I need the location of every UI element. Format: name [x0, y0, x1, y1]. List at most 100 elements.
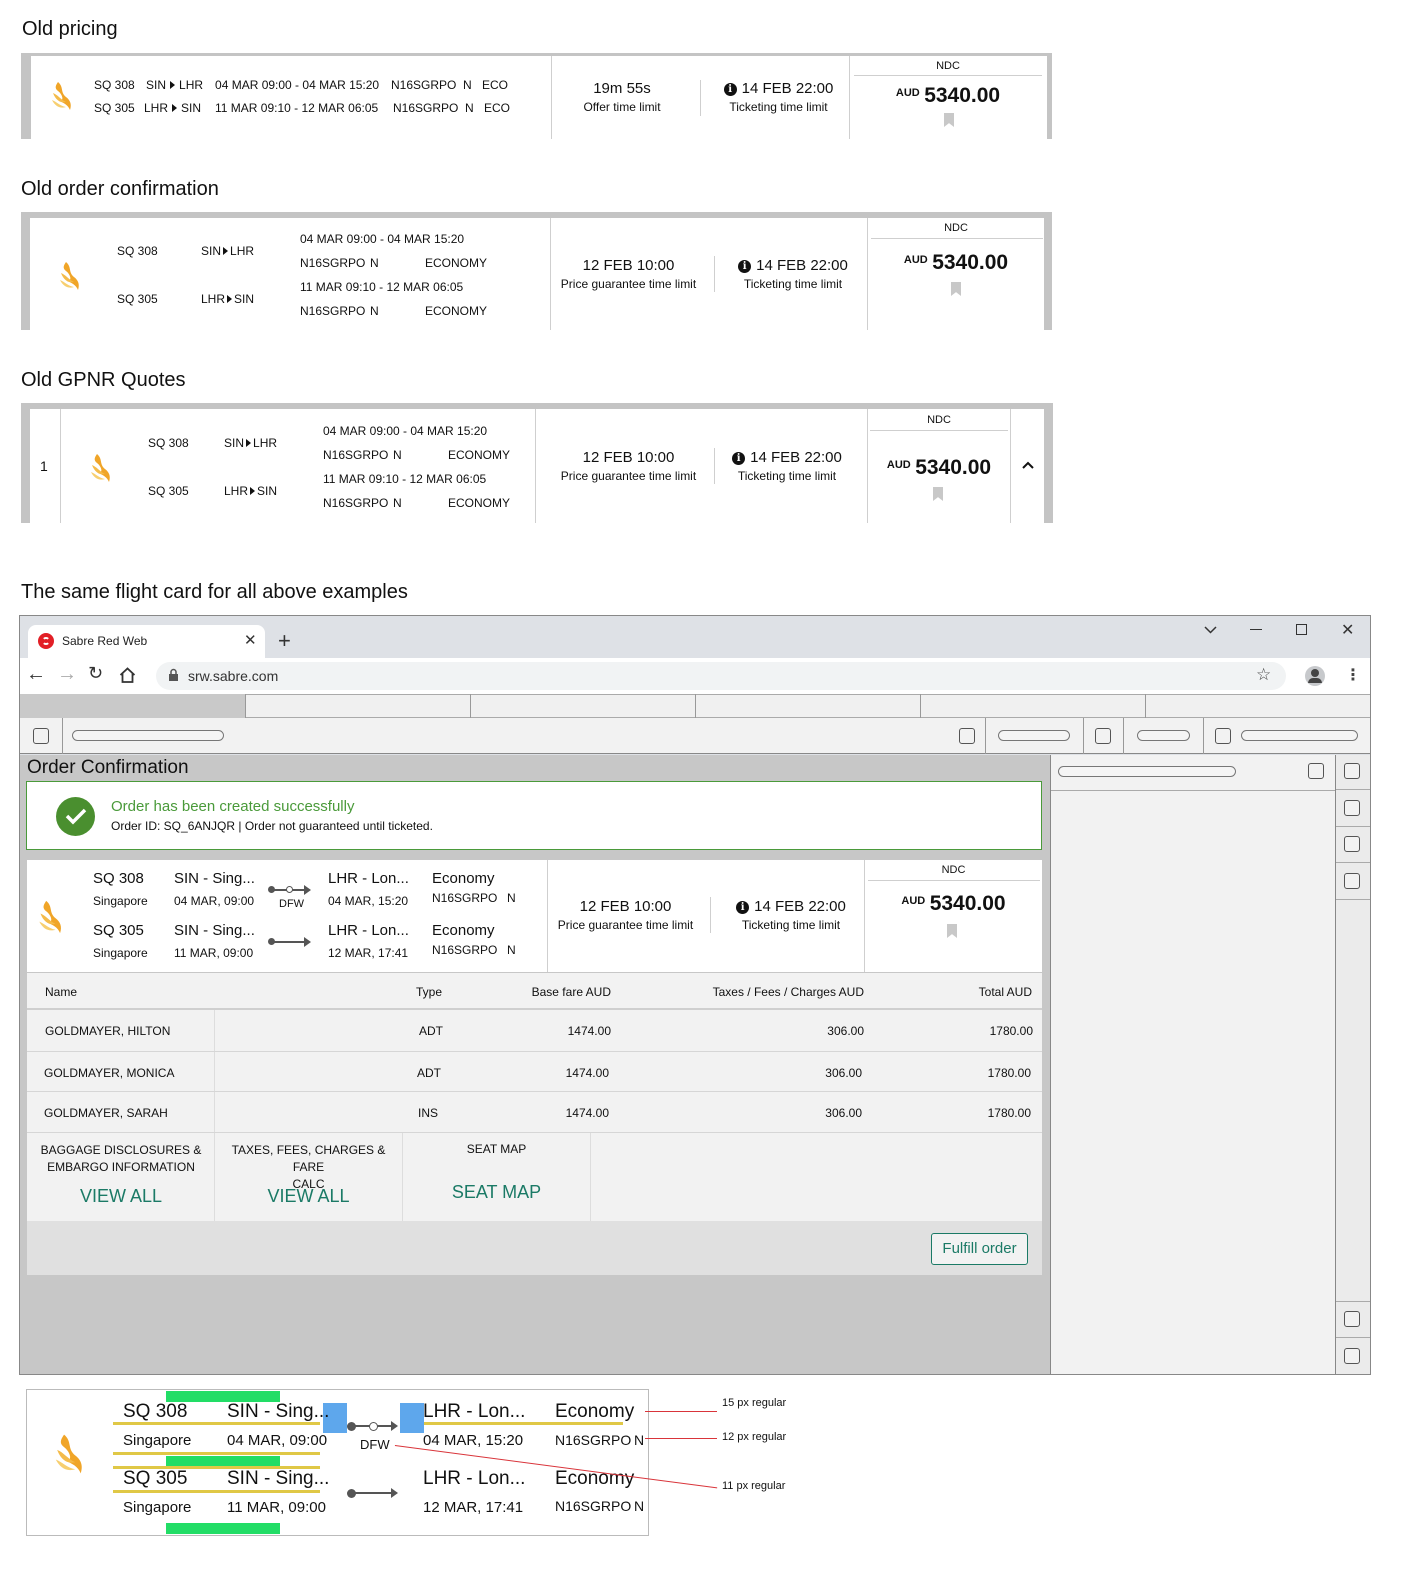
new-tab-icon[interactable]: + — [278, 628, 291, 654]
home-icon[interactable] — [119, 667, 136, 683]
quote-index: 1 — [40, 458, 48, 474]
spacer-block — [400, 1403, 424, 1433]
table-row: ADT — [417, 1066, 441, 1080]
stopover: DFW — [279, 898, 305, 910]
flight-number: SQ 305 — [117, 292, 158, 306]
baggage-view-all-link[interactable]: VIEW ALL — [28, 1186, 214, 1207]
forward-icon[interactable]: → — [57, 663, 77, 686]
arrival-airport: LHR - Lon... — [423, 1468, 526, 1489]
arrow-right-icon — [304, 937, 311, 947]
arrow-right-icon — [391, 1421, 398, 1431]
info-icon: i — [736, 901, 750, 914]
table-row: 306.00 — [827, 1024, 864, 1038]
toolbar-field[interactable] — [72, 730, 224, 741]
airline-logo-icon — [52, 82, 71, 110]
close-window-icon[interactable]: ✕ — [1341, 620, 1354, 640]
url-text: srw.sabre.com — [188, 668, 279, 684]
heading-old-order: Old order confirmation — [21, 178, 219, 200]
segment-details: N16SGRPO N ECONOMY — [323, 448, 511, 462]
segment-times: 04 MAR 09:00 - 04 MAR 15:20 — [323, 424, 488, 438]
toolbar-button[interactable] — [998, 730, 1070, 741]
heading-old-gpnr: Old GPNR Quotes — [21, 369, 186, 391]
table-header-base-fare: Base fare AUD — [531, 985, 611, 999]
rail-checkbox[interactable] — [1344, 800, 1360, 816]
arrival-airport: LHR - Lon... — [328, 870, 409, 887]
toolbar-field[interactable] — [1241, 730, 1358, 741]
table-header-taxes: Taxes / Fees / Charges AUD — [712, 985, 864, 999]
price-guarantee-label: Price guarantee time limit — [557, 918, 694, 932]
arrival-airport: LHR - Lon... — [328, 922, 409, 939]
ticketing-time-value: i 14 FEB 22:00 — [712, 449, 862, 466]
table-row: 306.00 — [825, 1066, 862, 1080]
side-panel — [1050, 755, 1335, 1374]
cabin: Economy — [555, 1401, 635, 1422]
fulfill-order-button[interactable]: Fulfill order — [931, 1233, 1028, 1265]
back-icon[interactable]: ← — [26, 663, 46, 686]
table-header-total: Total AUD — [978, 985, 1032, 999]
table-row: 1780.00 — [987, 1066, 1031, 1080]
heading-same-card: The same flight card for all above examp… — [21, 581, 408, 603]
chevron-up-icon[interactable] — [1022, 461, 1034, 470]
airline-logo-icon — [55, 1434, 82, 1474]
table-row: ADT — [419, 1024, 443, 1038]
offer-time-value: 19m 55s — [593, 80, 651, 97]
source-label: NDC — [936, 60, 960, 72]
ticketing-time-label: Ticketing time limit — [737, 469, 837, 483]
ticketing-time-label: Ticketing time limit — [741, 918, 841, 932]
rail-checkbox[interactable] — [1344, 1311, 1360, 1327]
seat-map-link[interactable]: SEAT MAP — [403, 1182, 590, 1203]
menu-kebab-icon[interactable]: ⋮ — [1345, 665, 1361, 685]
rail-checkbox[interactable] — [1344, 873, 1360, 889]
rail-checkbox[interactable] — [1344, 1348, 1360, 1364]
rail-checkbox[interactable] — [1344, 763, 1360, 779]
airline-logo-icon — [39, 900, 61, 934]
maximize-icon[interactable] — [1296, 624, 1307, 635]
toolbar-checkbox[interactable] — [959, 728, 975, 744]
tab-close-icon[interactable]: ✕ — [244, 631, 257, 649]
line-highlight — [113, 1452, 320, 1455]
tab-title: Sabre Red Web — [62, 634, 148, 648]
toolbar-checkbox[interactable] — [1215, 728, 1231, 744]
flight-number: SQ 308 — [93, 870, 144, 887]
flight-number: SQ 305 — [93, 922, 144, 939]
departure-time: 04 MAR, 09:00 — [227, 1432, 328, 1449]
segment-details: N16SGRPO N ECONOMY — [323, 496, 511, 510]
departure-airport: SIN - Sing... — [174, 922, 255, 939]
annotation-line — [645, 1411, 717, 1412]
stop-dot — [369, 1422, 378, 1431]
star-icon[interactable]: ☆ — [1256, 665, 1271, 685]
toolbar-checkbox[interactable] — [1095, 728, 1111, 744]
flight-number: SQ 305 — [148, 484, 189, 498]
table-row: INS — [418, 1106, 439, 1120]
address-bar[interactable] — [156, 662, 1286, 690]
reload-icon[interactable]: ↻ — [88, 663, 103, 684]
offer-time-label: Offer time limit — [583, 100, 661, 114]
price: AUD 5340.00 — [903, 251, 1009, 274]
table-row: 1780.00 — [989, 1024, 1033, 1038]
baggage-title: BAGGAGE DISCLOSURES & EMBARGO INFORMATION — [40, 1143, 202, 1174]
chevron-down-icon[interactable] — [1204, 626, 1217, 634]
price-guarantee-time: 12 FEB 10:00 — [582, 257, 675, 274]
taxes-view-all-link[interactable]: VIEW ALL — [215, 1186, 402, 1207]
airline-logo-icon — [60, 262, 79, 290]
minimize-icon[interactable] — [1250, 629, 1262, 630]
arrival-time: 04 MAR, 15:20 — [423, 1432, 524, 1449]
origin-city: Singapore — [123, 1432, 192, 1449]
stop-dot — [286, 886, 293, 893]
price-guarantee-label: Price guarantee time limit — [560, 277, 697, 291]
price: AUD 5340.00 — [886, 456, 992, 479]
side-panel-field[interactable] — [1058, 766, 1236, 777]
toolbar-checkbox[interactable] — [33, 728, 49, 744]
segment-times: 11 MAR 09:10 - 12 MAR 06:05 — [300, 280, 464, 294]
old-pricing-segment-1: SQ 308 SIN LHR 04 MAR 09:00 - 04 MAR 15:20 N… — [94, 78, 509, 92]
action-footer — [27, 1221, 1042, 1275]
table-row: GOLDMAYER, HILTON — [45, 1024, 171, 1038]
rail-checkbox[interactable] — [1344, 836, 1360, 852]
flight-number: SQ 308 — [123, 1401, 188, 1422]
side-panel-checkbox[interactable] — [1308, 763, 1324, 779]
origin-city: Singapore — [123, 1499, 192, 1516]
page-title: Order Confirmation — [27, 757, 189, 778]
toolbar-button[interactable] — [1137, 730, 1190, 741]
booking-class: N16SGRPO N — [555, 1432, 645, 1448]
stopover: DFW — [360, 1437, 390, 1452]
